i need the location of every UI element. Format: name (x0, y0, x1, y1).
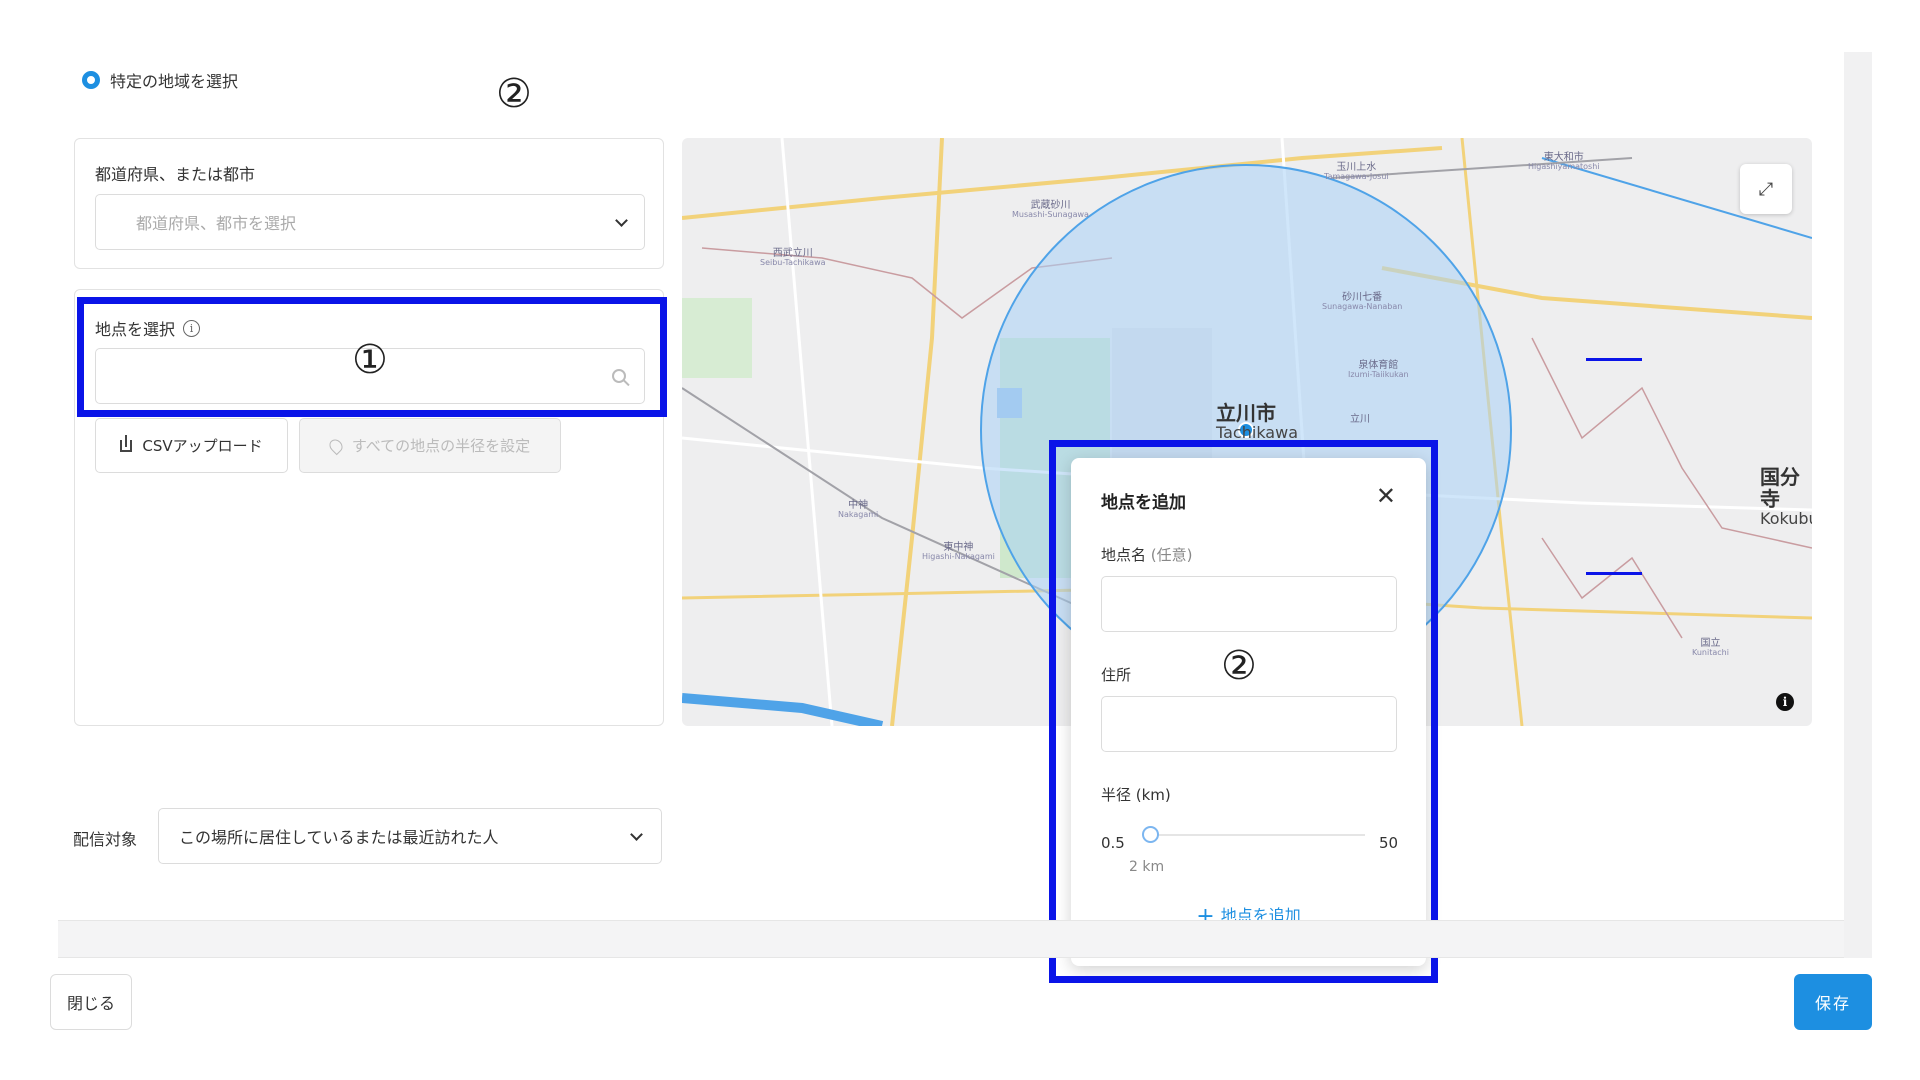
delivery-target-label: 配信対象 (73, 830, 138, 849)
city-label: 立川市 Tachikawa (1216, 401, 1298, 442)
station-label: 武蔵砂川 Musashi-Sunagawa (1012, 200, 1089, 219)
station-label: 立川 (1350, 414, 1370, 425)
delivery-target-value: この場所に居住しているまたは最近訪れた人 (179, 828, 499, 847)
prefecture-card: 都道府県、または都市 都道府県、都市を選択 (74, 138, 664, 269)
close-button[interactable]: 閉じる (50, 974, 132, 1030)
chevron-down-icon (630, 827, 643, 841)
station-label: 砂川七番 Sunagawa-Nanaban (1322, 292, 1403, 311)
region-radio[interactable]: 特定の地域を選択 (82, 68, 238, 92)
save-button[interactable]: 保存 (1794, 974, 1872, 1030)
annotation-dash (1586, 572, 1642, 575)
delivery-target-select[interactable]: この場所に居住しているまたは最近訪れた人 (158, 808, 662, 864)
csv-upload-button[interactable]: CSVアップロード (95, 418, 288, 473)
prefecture-label: 都道府県、または都市 (95, 165, 256, 184)
set-all-radius-label: すべての地点の半径を設定 (351, 437, 531, 455)
radio-selected-icon[interactable] (82, 71, 100, 89)
attribution-info-icon[interactable]: i (1776, 693, 1794, 711)
set-all-radius-button[interactable]: すべての地点の半径を設定 (299, 418, 561, 473)
station-label: 中神 Nakagami (838, 500, 879, 519)
chevron-down-icon (615, 213, 628, 227)
expand-icon[interactable]: ⤢ (1740, 164, 1792, 214)
station-label: 東大和市 Higashiyamatoshi (1528, 152, 1600, 171)
location-pin-icon (326, 436, 346, 455)
annotation-box-2 (1049, 440, 1438, 983)
section-divider (58, 920, 1844, 958)
annotation-dash (1586, 358, 1642, 361)
station-label: 西武立川 Seibu-Tachikawa (760, 248, 826, 267)
annotation-number-1: ① (352, 337, 388, 383)
annotation-number-2-top: ② (496, 71, 532, 117)
station-label: 国立 Kunitachi (1692, 638, 1729, 657)
page: 特定の地域を選択 ② 都道府県、または都市 都道府県、都市を選択 地点を選択 i… (0, 0, 1920, 1080)
prefecture-placeholder: 都道府県、都市を選択 (136, 214, 297, 233)
station-label: 泉体育館 Izumi-Taiikukan (1348, 360, 1409, 379)
station-label: 玉川上水 Tamagawa-Josui (1324, 162, 1389, 181)
city-label-right: 国分寺Kokubu (1760, 465, 1812, 528)
upload-icon (120, 434, 133, 452)
csv-upload-label: CSVアップロード (142, 437, 263, 455)
station-label: 東中神 Higashi-Nakagami (922, 542, 995, 561)
prefecture-select[interactable]: 都道府県、都市を選択 (95, 194, 645, 250)
scrollbar[interactable] (1844, 52, 1872, 958)
region-radio-label: 特定の地域を選択 (110, 72, 239, 91)
